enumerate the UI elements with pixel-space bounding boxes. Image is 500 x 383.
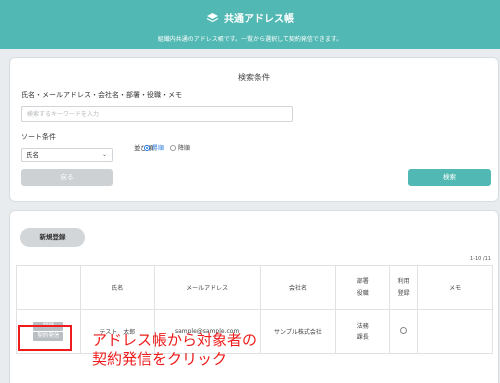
keyword-input[interactable] — [21, 106, 293, 122]
order-asc-radio[interactable]: 昇順 — [144, 143, 164, 152]
col-email: メールアドレス — [153, 265, 261, 310]
new-register-button[interactable]: 新規登録 — [20, 228, 85, 247]
sort-select-value: 氏名 — [26, 151, 39, 159]
search-panel: 検索条件 氏名・メールアドレス・会社名・部署・役職・メモ ソート条件 氏名 ⌄ … — [9, 57, 499, 202]
col-dept: 部署 — [356, 277, 369, 285]
col-register: 登録 — [397, 289, 410, 297]
page-title: 共通アドレス帳 — [224, 14, 294, 25]
sort-select[interactable]: 氏名 ⌄ — [21, 148, 113, 162]
col-use-register: 利用 登録 — [389, 265, 419, 310]
col-name: 氏名 — [79, 265, 155, 310]
order-desc-radio[interactable]: 降順 — [170, 143, 190, 152]
address-book-icon — [206, 13, 219, 23]
keyword-label: 氏名・メールアドレス・会社名・部署・役職・メモ — [21, 91, 182, 99]
col-use: 利用 — [397, 277, 410, 285]
header-title-wrap: 共通アドレス帳 — [0, 10, 500, 25]
order-asc-label: 昇順 — [152, 145, 165, 152]
page-subtitle: 組織内共通のアドレス帳です。一覧から選択して契約発信できます。 — [157, 36, 343, 43]
row-dept: 法務 — [356, 322, 369, 330]
result-count: 1-10 /11 — [470, 256, 491, 262]
row-dept-position: 法務 課長 — [335, 309, 391, 354]
back-button[interactable]: 戻る — [21, 169, 113, 186]
sort-label: ソート条件 — [21, 133, 56, 141]
chevron-down-icon: ⌄ — [101, 151, 107, 158]
col-dept-position: 部署 役職 — [335, 265, 391, 310]
row-use — [389, 309, 419, 354]
row-company: サンプル株式会社 — [259, 309, 337, 354]
instruction-line-1: アドレス帳から対象者の — [92, 331, 258, 349]
col-memo: メモ — [417, 265, 493, 310]
col-company: 会社名 — [259, 265, 337, 310]
row-position: 課長 — [356, 333, 369, 341]
radio-selected-icon — [144, 144, 150, 151]
order-desc-label: 降順 — [178, 145, 191, 152]
col-actions — [16, 265, 81, 310]
row-memo — [417, 309, 493, 354]
search-button[interactable]: 検索 — [408, 169, 491, 186]
col-position: 役職 — [356, 289, 369, 297]
use-radio[interactable] — [400, 327, 408, 334]
app-header: 共通アドレス帳 組織内共通のアドレス帳です。一覧から選択して契約発信できます。 — [0, 0, 500, 49]
instruction-line-2: 契約発信をクリック — [92, 350, 228, 368]
table-header-row: 氏名 メールアドレス 会社名 部署 役職 利用 登録 メモ — [16, 265, 493, 310]
instruction-callout: アドレス帳から対象者の 契約発信をクリック — [92, 331, 257, 369]
highlight-box — [18, 325, 72, 351]
search-panel-title: 検索条件 — [238, 73, 270, 82]
radio-unselected-icon — [170, 144, 176, 151]
